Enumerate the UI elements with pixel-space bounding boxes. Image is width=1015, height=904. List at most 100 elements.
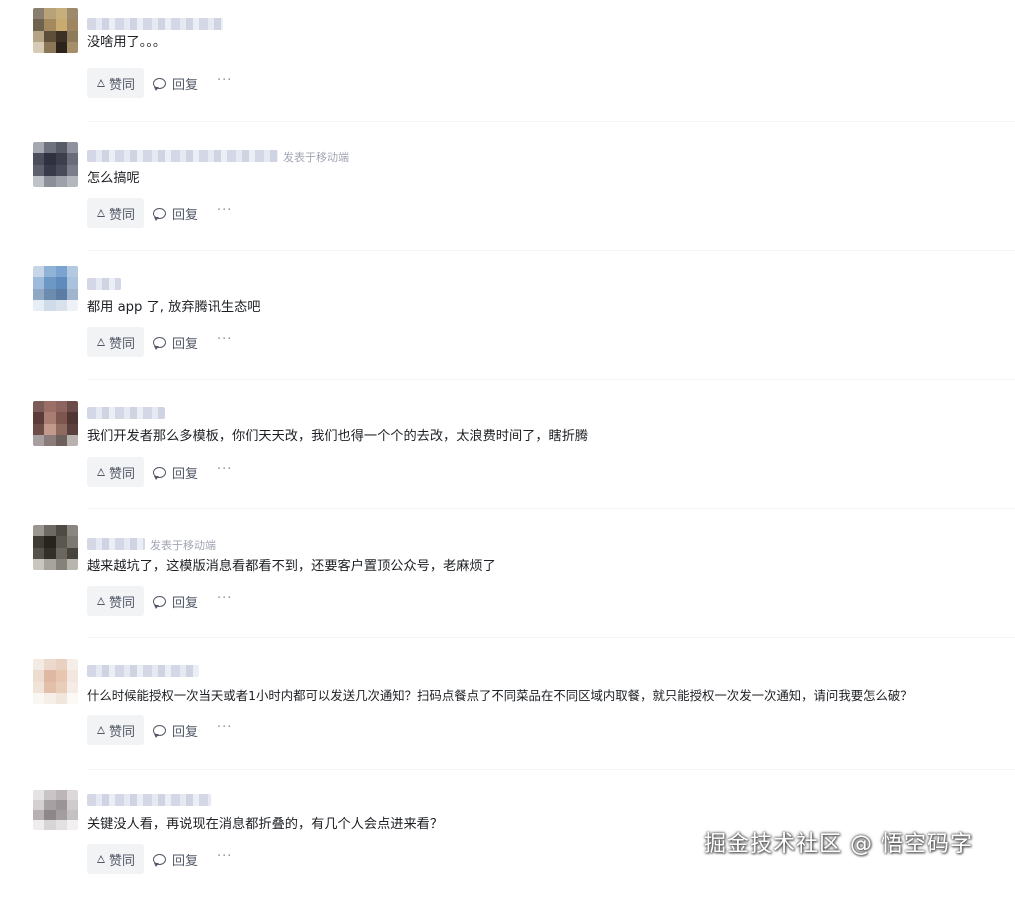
more-options-icon[interactable]: ··· — [217, 849, 232, 864]
avatar-pixel — [66, 659, 78, 671]
avatar-pixel — [55, 175, 67, 187]
comment-item: 发表于移动端 怎么搞呢 赞同 回复 ··· — [0, 129, 1015, 258]
author-row — [87, 406, 170, 420]
comment-bubble-icon — [153, 336, 167, 350]
thumb-up-icon — [97, 338, 105, 346]
avatar-pixel — [55, 164, 67, 176]
divider — [87, 250, 1015, 251]
author-name-blurred[interactable] — [87, 278, 121, 290]
avatar-pixel — [55, 790, 67, 800]
reply-button[interactable]: 回复 — [153, 844, 198, 874]
author-row: 发表于移动端 — [87, 149, 349, 164]
comment-actions: 赞同 回复 ··· — [87, 68, 232, 98]
avatar-pixel — [44, 558, 56, 570]
like-button[interactable]: 赞同 — [87, 844, 145, 874]
avatar[interactable] — [33, 525, 78, 570]
author-row — [87, 793, 216, 807]
like-label: 赞同 — [109, 595, 136, 611]
avatar-pixel — [55, 670, 67, 682]
reply-label: 回复 — [172, 207, 199, 223]
reply-label: 回复 — [172, 466, 199, 482]
avatar-pixel — [55, 810, 67, 820]
avatar-pixel — [33, 810, 45, 820]
avatar-pixel — [55, 536, 67, 548]
avatar-pixel — [44, 692, 56, 704]
avatar-pixel — [55, 401, 67, 413]
avatar-pixel — [55, 434, 67, 446]
comment-item: 我们开发者那么多模板，你们天天改，我们也得一个个的去改，太浪费时间了，瞎折腾 赞… — [0, 387, 1015, 516]
avatar-pixel — [44, 288, 56, 300]
avatar-pixel — [33, 288, 45, 300]
avatar[interactable] — [33, 142, 78, 187]
author-name-blurred[interactable] — [87, 665, 199, 677]
avatar-pixel — [55, 820, 67, 830]
comment-actions: 赞同 回复 ··· — [87, 586, 232, 616]
comment-bubble-icon — [153, 77, 167, 91]
avatar-pixel — [66, 434, 78, 446]
avatar[interactable] — [33, 659, 78, 704]
avatar-pixel — [66, 558, 78, 570]
like-label: 赞同 — [109, 466, 136, 482]
comment-text: 什么时候能授权一次当天或者1小时内都可以发送几次通知？扫码点餐点了不同菜品在不同… — [87, 688, 913, 703]
avatar-pixel — [66, 142, 78, 154]
avatar-pixel — [66, 30, 78, 42]
avatar-pixel — [66, 41, 78, 53]
avatar-pixel — [33, 547, 45, 559]
avatar-pixel — [66, 670, 78, 682]
author-name-blurred[interactable] — [87, 18, 223, 30]
like-button[interactable]: 赞同 — [87, 586, 145, 616]
reply-button[interactable]: 回复 — [153, 327, 198, 357]
avatar-pixel — [44, 790, 56, 800]
avatar-pixel — [55, 277, 67, 289]
avatar-pixel — [44, 8, 56, 20]
comment-source: 发表于移动端 — [283, 151, 349, 164]
comment-text: 关键没人看，再说现在消息都折叠的，有几个人会点进来看？ — [87, 817, 444, 832]
avatar-pixel — [44, 401, 56, 413]
thumb-up-icon — [97, 209, 105, 217]
more-options-icon[interactable]: ··· — [217, 591, 232, 606]
avatar[interactable] — [33, 790, 78, 830]
avatar-pixel — [44, 547, 56, 559]
like-button[interactable]: 赞同 — [87, 457, 145, 487]
avatar-pixel — [44, 299, 56, 311]
author-name-blurred[interactable] — [87, 150, 278, 162]
more-options-icon[interactable]: ··· — [217, 720, 232, 735]
avatar-pixel — [66, 19, 78, 31]
reply-button[interactable]: 回复 — [153, 586, 198, 616]
avatar-pixel — [33, 790, 45, 800]
avatar-pixel — [55, 142, 67, 154]
reply-button[interactable]: 回复 — [153, 198, 198, 228]
comment-bubble-icon — [153, 207, 167, 221]
author-name-blurred[interactable] — [87, 538, 145, 550]
like-button[interactable]: 赞同 — [87, 68, 145, 98]
avatar[interactable] — [33, 401, 78, 446]
reply-button[interactable]: 回复 — [153, 68, 198, 98]
avatar-pixel — [33, 670, 45, 682]
reply-label: 回复 — [172, 595, 199, 611]
avatar-pixel — [44, 681, 56, 693]
avatar[interactable] — [33, 8, 78, 53]
comment-actions: 赞同 回复 ··· — [87, 327, 232, 357]
like-button[interactable]: 赞同 — [87, 327, 145, 357]
author-name-blurred[interactable] — [87, 407, 165, 419]
reply-button[interactable]: 回复 — [153, 457, 198, 487]
like-button[interactable]: 赞同 — [87, 198, 145, 228]
comment-bubble-icon — [153, 466, 167, 480]
avatar-pixel — [44, 810, 56, 820]
avatar-pixel — [66, 175, 78, 187]
more-options-icon[interactable]: ··· — [217, 462, 232, 477]
avatar-pixel — [44, 412, 56, 424]
like-button[interactable]: 赞同 — [87, 715, 145, 745]
avatar-pixel — [44, 659, 56, 671]
avatar[interactable] — [33, 266, 78, 311]
author-name-blurred[interactable] — [87, 794, 211, 806]
more-options-icon[interactable]: ··· — [217, 73, 232, 88]
avatar-pixel — [33, 8, 45, 20]
avatar-pixel — [33, 277, 45, 289]
comment-bubble-icon — [153, 595, 167, 609]
like-label: 赞同 — [109, 77, 136, 93]
reply-button[interactable]: 回复 — [153, 715, 198, 745]
more-options-icon[interactable]: ··· — [217, 203, 232, 218]
more-options-icon[interactable]: ··· — [217, 332, 232, 347]
comment-actions: 赞同 回复 ··· — [87, 198, 232, 228]
